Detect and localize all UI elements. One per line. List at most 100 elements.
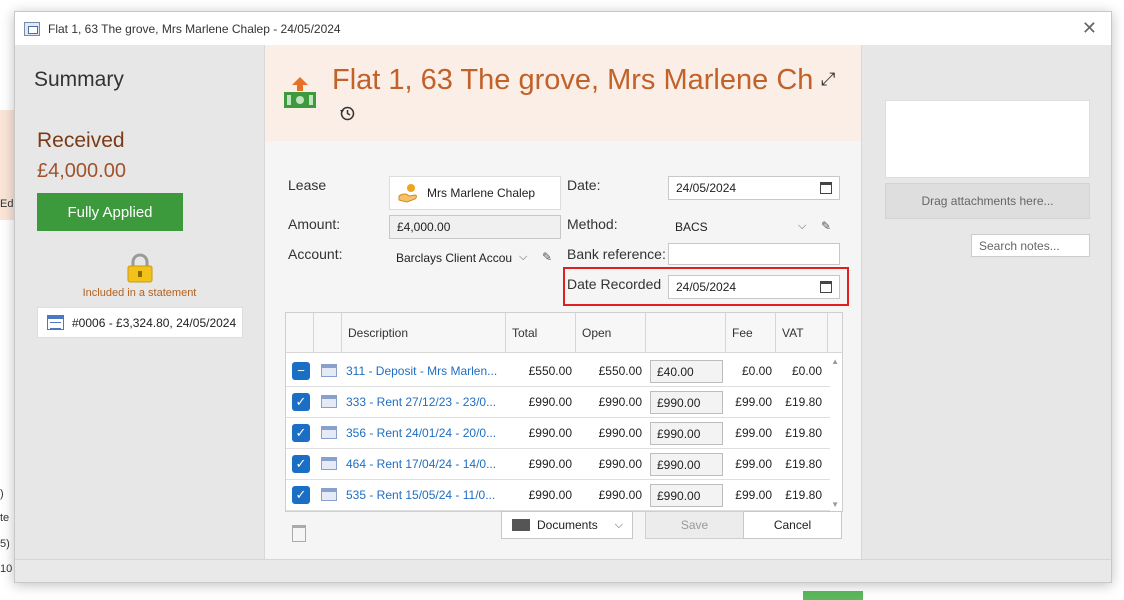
lock-icon: [127, 253, 153, 283]
row-open: £550.00: [598, 364, 642, 378]
row-checkbox[interactable]: ✓: [292, 424, 310, 442]
row-checkbox[interactable]: −: [292, 362, 310, 380]
header-total[interactable]: Total: [506, 313, 576, 353]
row-description[interactable]: 464 - Rent 17/04/24 - 14/0...: [346, 457, 501, 471]
row-checkbox[interactable]: ✓: [292, 486, 310, 504]
row-open: £990.00: [598, 457, 642, 471]
page-title: Flat 1, 63 The grove, Mrs Marlene Chal: [332, 64, 812, 96]
documents-button[interactable]: Documents ⌵: [501, 511, 633, 539]
row-total: £550.00: [528, 364, 572, 378]
row-amount-input[interactable]: £990.00: [650, 391, 723, 414]
row-amount-input[interactable]: £990.00: [650, 484, 723, 507]
invoice-icon: [321, 364, 337, 377]
row-description[interactable]: 535 - Rent 15/05/24 - 11/0...: [346, 488, 501, 502]
method-label: Method:: [567, 216, 618, 232]
background-text: Ed: [0, 198, 14, 210]
chevron-down-icon: ⌵: [798, 220, 807, 232]
table-row[interactable]: − 311 - Deposit - Mrs Marlen... £550.00 …: [286, 356, 830, 387]
window-title: Flat 1, 63 The grove, Mrs Marlene Chalep…: [48, 21, 341, 36]
received-label: Received: [37, 129, 125, 152]
row-description[interactable]: 333 - Rent 27/12/23 - 23/0...: [346, 395, 501, 409]
attachments-area: [885, 100, 1090, 178]
statement-link[interactable]: #0006 - £3,324.80, 24/05/2024: [37, 307, 243, 338]
header-icon: [314, 313, 342, 353]
header-vat[interactable]: VAT: [776, 313, 828, 353]
attachment-drop-zone[interactable]: Drag attachments here...: [885, 183, 1090, 219]
expand-icon[interactable]: ⤢: [821, 69, 835, 90]
amount-field[interactable]: £4,000.00: [389, 215, 561, 239]
receipt-details: Flat 1, 63 The grove, Mrs Marlene Chal ⤢…: [264, 45, 862, 559]
chevron-down-icon: ⌵: [519, 251, 528, 263]
row-description[interactable]: 356 - Rent 24/01/24 - 20/0...: [346, 426, 501, 440]
row-open: £990.00: [598, 426, 642, 440]
cancel-button[interactable]: Cancel: [743, 511, 842, 539]
row-amount-input[interactable]: £40.00: [650, 360, 723, 383]
summary-heading: Summary: [34, 68, 124, 91]
scroll-up-arrow[interactable]: ▲: [831, 357, 839, 366]
attachments-panel: Drag attachments here... Search notes...: [863, 45, 1111, 559]
bank-reference-field[interactable]: [668, 243, 840, 265]
row-fee: £99.00: [735, 426, 772, 440]
row-vat: £0.00: [791, 364, 822, 378]
account-value: Barclays Client Accou: [396, 251, 513, 265]
row-vat: £19.80: [785, 457, 822, 471]
header-description[interactable]: Description: [342, 313, 506, 353]
method-select[interactable]: BACS ⌵ ✎: [668, 215, 840, 239]
save-button[interactable]: Save: [645, 511, 744, 539]
row-amount-input[interactable]: £990.00: [650, 422, 723, 445]
date-recorded-highlight: [563, 267, 849, 306]
row-checkbox[interactable]: ✓: [292, 455, 310, 473]
chevron-down-icon: ⌵: [614, 519, 623, 531]
lease-selector[interactable]: Mrs Marlene Chalep: [389, 176, 561, 210]
row-vat: £19.80: [785, 488, 822, 502]
title-bar: Flat 1, 63 The grove, Mrs Marlene Chalep…: [15, 12, 1111, 45]
header-open[interactable]: Open: [576, 313, 646, 353]
row-checkbox[interactable]: ✓: [292, 393, 310, 411]
row-vat: £19.80: [785, 395, 822, 409]
envelope-icon: [512, 519, 530, 531]
table-row[interactable]: ✓ 333 - Rent 27/12/23 - 23/0... £990.00 …: [286, 387, 830, 418]
edit-pencil-icon[interactable]: ✎: [542, 250, 552, 264]
table-row[interactable]: ✓ 356 - Rent 24/01/24 - 20/0... £990.00 …: [286, 418, 830, 449]
header-amount: [646, 313, 726, 353]
invoice-icon: [321, 395, 337, 408]
account-label: Account:: [288, 246, 343, 262]
row-total: £990.00: [528, 488, 572, 502]
header-fee[interactable]: Fee: [726, 313, 776, 353]
summary-panel: Summary Received £4,000.00 Fully Applied…: [15, 45, 264, 559]
date-field[interactable]: 24/05/2024: [668, 176, 840, 200]
row-fee: £99.00: [735, 395, 772, 409]
row-amount-input[interactable]: £990.00: [650, 453, 723, 476]
lease-label: Lease: [288, 177, 327, 193]
documents-label: Documents: [537, 518, 598, 532]
history-icon[interactable]: [339, 105, 355, 121]
lease-hand-icon: [398, 184, 417, 203]
row-fee: £0.00: [741, 364, 772, 378]
receipt-dialog: Flat 1, 63 The grove, Mrs Marlene Chalep…: [14, 11, 1112, 583]
notes-search-input[interactable]: Search notes...: [971, 234, 1090, 257]
date-value: 24/05/2024: [676, 181, 737, 195]
edit-pencil-icon[interactable]: ✎: [821, 219, 831, 233]
scroll-down-arrow[interactable]: ▼: [831, 500, 839, 509]
row-fee: £99.00: [735, 457, 772, 471]
bank-reference-label: Bank reference:: [567, 246, 666, 262]
invoice-icon: [321, 457, 337, 470]
calendar-icon[interactable]: [820, 182, 832, 194]
table-row[interactable]: ✓ 464 - Rent 17/04/24 - 14/0... £990.00 …: [286, 449, 830, 480]
background-status-badge: [803, 591, 863, 600]
status-bar: [15, 559, 1111, 582]
header-select: [286, 313, 314, 353]
receipt-header: Flat 1, 63 The grove, Mrs Marlene Chal ⤢: [265, 45, 861, 141]
fully-applied-button[interactable]: Fully Applied: [37, 193, 183, 231]
date-label: Date:: [567, 177, 601, 193]
close-icon[interactable]: ✕: [1082, 19, 1097, 37]
row-open: £990.00: [598, 488, 642, 502]
row-description[interactable]: 311 - Deposit - Mrs Marlen...: [346, 364, 501, 378]
background-text: 5): [0, 538, 10, 550]
lease-value: Mrs Marlene Chalep: [427, 186, 536, 200]
delete-trash-icon[interactable]: [292, 525, 306, 542]
money-icon: [284, 77, 316, 108]
allocation-table: Description Total Open Fee VAT − 311 - D…: [285, 312, 843, 512]
account-select[interactable]: Barclays Client Accou ⌵ ✎: [389, 246, 561, 270]
table-row[interactable]: ✓ 535 - Rent 15/05/24 - 11/0... £990.00 …: [286, 480, 830, 511]
